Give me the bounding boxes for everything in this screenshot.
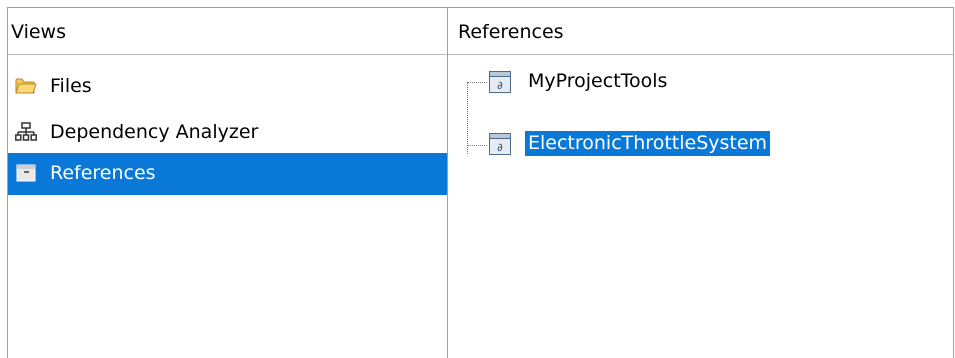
- svg-text:∂: ∂: [497, 141, 503, 154]
- svg-text:∂: ∂: [497, 79, 503, 92]
- reference-label: ElectronicThrottleSystem: [525, 131, 771, 156]
- views-item-references[interactable]: References: [8, 153, 447, 195]
- folder-icon: [15, 76, 37, 96]
- tree-connector: [468, 82, 487, 83]
- references-panel: References ∂ MyProjectTools ∂ Electronic…: [448, 8, 953, 358]
- references-header: References: [448, 8, 953, 55]
- views-item-dependency-analyzer[interactable]: Dependency Analyzer: [8, 112, 447, 154]
- views-panel: Views Files Dependency Analyzer Referenc…: [8, 8, 447, 358]
- project-reference-icon: ∂: [488, 70, 512, 94]
- references-header-label: References: [458, 21, 564, 43]
- project-reference-icon: ∂: [488, 132, 512, 156]
- references-icon: [15, 163, 37, 183]
- tree-connector: [468, 145, 487, 146]
- reference-label: MyProjectTools: [528, 70, 668, 92]
- views-item-files[interactable]: Files: [8, 66, 447, 108]
- views-header: Views: [8, 8, 447, 55]
- dependency-tree-icon: [15, 122, 37, 142]
- views-item-references-label: References: [50, 162, 156, 184]
- tree-connector-vertical: [467, 82, 468, 154]
- views-header-label: Views: [11, 21, 66, 43]
- views-item-dependency-analyzer-label: Dependency Analyzer: [50, 121, 259, 143]
- project-views-window: Views Files Dependency Analyzer Referenc…: [0, 0, 955, 358]
- views-item-files-label: Files: [50, 75, 92, 97]
